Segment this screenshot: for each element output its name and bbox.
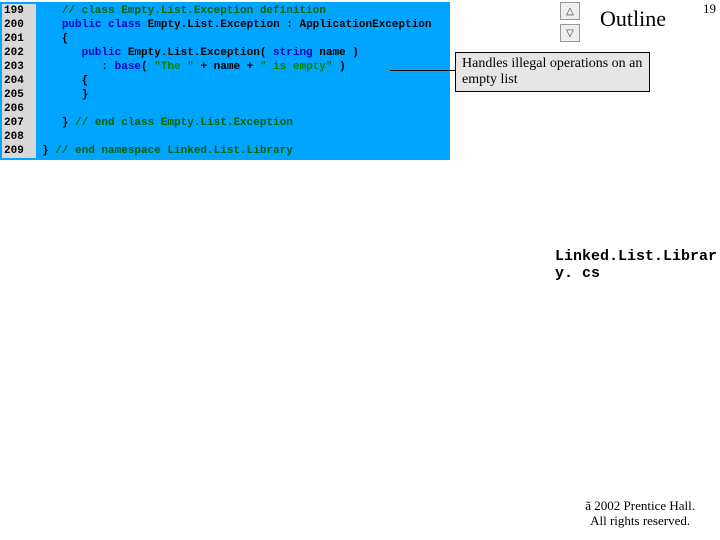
copyright-notice: ã 2002 Prentice Hall. All rights reserve… [585,498,695,528]
code-line: 206 [2,102,448,116]
code-text [36,130,42,144]
code-block: 199 // class Empty.List.Exception defini… [0,2,450,160]
code-line: 203 : base( "The " + name + " is empty" … [2,60,448,74]
line-number: 209 [2,144,36,158]
callout-box: Handles illegal operations on an empty l… [455,52,650,92]
code-text: } [36,88,88,102]
code-text: { [36,74,88,88]
code-text: // class Empty.List.Exception definition [36,4,326,18]
nav-up-button[interactable]: △ [560,2,580,20]
line-number: 207 [2,116,36,130]
outline-title: Outline [600,6,666,32]
code-text [36,102,42,116]
line-number: 203 [2,60,36,74]
code-text: { [36,32,68,46]
code-line: 201 { [2,32,448,46]
code-line: 205 } [2,88,448,102]
code-text: public class Empty.List.Exception : Appl… [36,18,432,32]
nav-down-button[interactable]: ▽ [560,24,580,42]
code-text: } // end namespace Linked.List.Library [36,144,293,158]
copyright-line-2: All rights reserved. [585,513,695,528]
line-number: 200 [2,18,36,32]
code-line: 199 // class Empty.List.Exception defini… [2,4,448,18]
line-number: 204 [2,74,36,88]
code-line: 208 [2,130,448,144]
code-line: 202 public Empty.List.Exception( string … [2,46,448,60]
code-line: 207 } // end class Empty.List.Exception [2,116,448,130]
file-name-label: Linked.List.Librar y. cs [555,248,715,282]
copyright-line-1: ã 2002 Prentice Hall. [585,498,695,513]
page-number: 19 [703,1,716,17]
line-number: 202 [2,46,36,60]
callout-leader-line [390,70,455,71]
code-line: 209} // end namespace Linked.List.Librar… [2,144,448,158]
code-line: 204 { [2,74,448,88]
code-text: } // end class Empty.List.Exception [36,116,293,130]
code-line: 200 public class Empty.List.Exception : … [2,18,448,32]
line-number: 199 [2,4,36,18]
line-number: 206 [2,102,36,116]
line-number: 205 [2,88,36,102]
code-text: : base( "The " + name + " is empty" ) [36,60,346,74]
line-number: 208 [2,130,36,144]
line-number: 201 [2,32,36,46]
code-text: public Empty.List.Exception( string name… [36,46,359,60]
nav-arrows: △ ▽ [560,2,580,42]
